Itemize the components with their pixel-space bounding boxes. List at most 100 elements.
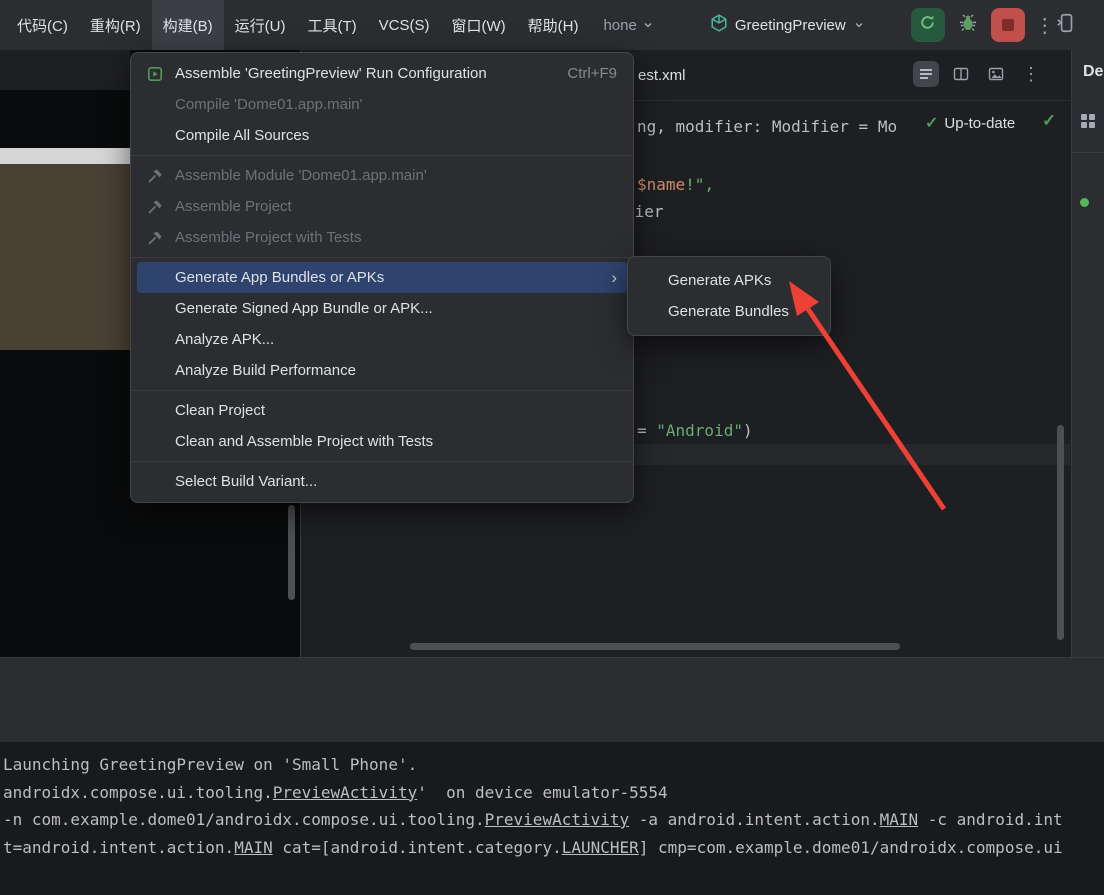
editor-more-icon[interactable]: ⋮ [1018, 61, 1044, 87]
debug-bug-icon [958, 13, 978, 38]
build-menu-item[interactable]: Generate App Bundles or APKs› [137, 262, 627, 293]
chevron-down-icon [853, 19, 865, 31]
design-view-toggle[interactable] [983, 61, 1009, 87]
menu-help[interactable]: 帮助(H) [517, 0, 590, 50]
menu-vcs[interactable]: VCS(S) [368, 0, 441, 50]
build-menu-item[interactable]: Select Build Variant... [137, 466, 627, 497]
uptodate-label: Up-to-date [944, 115, 1015, 132]
menubar: 代码(C) 重构(R) 构建(B) 运行(U) 工具(T) VCS(S) 窗口(… [0, 0, 1104, 50]
menu-run[interactable]: 运行(U) [224, 0, 297, 50]
emulator-screen [0, 164, 130, 350]
grid-icon[interactable] [1080, 113, 1096, 134]
menu-window[interactable]: 窗口(W) [440, 0, 516, 50]
menu-separator [131, 155, 633, 156]
run-toolwindow-band [0, 657, 1104, 742]
code-line: = "Android") [637, 421, 753, 440]
console-link[interactable]: LAUNCHER [562, 838, 639, 857]
device-selector-label: hone [603, 17, 636, 34]
menu-code[interactable]: 代码(C) [6, 0, 79, 50]
editor-vertical-scrollbar[interactable] [1057, 425, 1064, 640]
split-view-toggle[interactable] [948, 61, 974, 87]
submenu-arrow-icon: › [611, 269, 617, 286]
chevron-down-icon [642, 19, 654, 31]
uptodate-badge: ✓ Up-to-date [925, 113, 1015, 133]
code-line: $name!", [637, 175, 714, 194]
device-mirror-icon[interactable] [1055, 12, 1077, 39]
apk-submenu: Generate APKsGenerate Bundles [627, 256, 831, 336]
console-line: androidx.compose.ui.tooling.PreviewActiv… [3, 779, 1063, 807]
device-selector[interactable]: hone [603, 17, 653, 34]
emulator-statusbar [0, 148, 130, 164]
check-icon: ✓ [925, 113, 938, 133]
editor-horizontal-scrollbar[interactable] [410, 643, 900, 650]
empty-icon-slot [147, 403, 163, 419]
console-text: Launching GreetingPreview on 'Small Phon… [3, 755, 417, 774]
menubar-right-icons [1055, 11, 1104, 40]
hammer-icon [147, 230, 163, 246]
console-link[interactable]: PreviewActivity [485, 810, 630, 829]
assemble-run-icon [147, 66, 163, 82]
menu-item-label: Clean Project [175, 402, 265, 419]
empty-icon-slot [147, 332, 163, 348]
menu-item-label: Clean and Assemble Project with Tests [175, 433, 433, 450]
build-menu-item[interactable]: Clean Project [137, 395, 627, 426]
build-menu-items: Assemble 'GreetingPreview' Run Configura… [131, 58, 633, 497]
menu-separator [131, 390, 633, 391]
build-menu-item[interactable]: Assemble 'GreetingPreview' Run Configura… [137, 58, 627, 89]
empty-icon-slot [147, 97, 163, 113]
left-tool-window-header [0, 50, 130, 90]
build-menu-item: Assemble Project with Tests [137, 222, 627, 253]
build-menu-item[interactable]: Generate Signed App Bundle or APK... [137, 293, 627, 324]
console-text: -c android.int [918, 810, 1063, 829]
right-panel-title: De [1083, 63, 1103, 81]
menu-separator [131, 257, 633, 258]
app-module-icon [710, 14, 728, 36]
inspections-ok-icon[interactable]: ✓ [1042, 111, 1056, 131]
build-menu-item: Assemble Project [137, 191, 627, 222]
console-text: androidx.compose.ui.tooling. [3, 783, 273, 802]
run-config-selector[interactable]: GreetingPreview [710, 14, 865, 36]
build-menu-item[interactable]: Analyze APK... [137, 324, 627, 355]
build-menu-item[interactable]: Analyze Build Performance [137, 355, 627, 386]
hammer-icon [147, 168, 163, 184]
build-menu-item[interactable]: Compile All Sources [137, 120, 627, 151]
console-text: ' on device emulator-5554 [417, 783, 667, 802]
strip-divider [1072, 152, 1104, 153]
code-view-toggle[interactable] [913, 61, 939, 87]
menu-refactor[interactable]: 重构(R) [79, 0, 152, 50]
menu-item-label: Generate Signed App Bundle or APK... [175, 300, 433, 317]
console-line: Launching GreetingPreview on 'Small Phon… [3, 751, 1063, 779]
apk-submenu-item[interactable]: Generate Bundles [634, 296, 824, 327]
apk-submenu-item[interactable]: Generate APKs [634, 265, 824, 296]
build-menu-item[interactable]: Clean and Assemble Project with Tests [137, 426, 627, 457]
debug-button[interactable] [951, 8, 985, 42]
menu-item-shortcut: Ctrl+F9 [547, 65, 617, 82]
build-menu-item: Compile 'Dome01.app.main' [137, 89, 627, 120]
empty-icon-slot [147, 301, 163, 317]
menu-item-label: Compile 'Dome01.app.main' [175, 96, 363, 113]
run-config-label: GreetingPreview [735, 17, 846, 34]
menu-item-label: Analyze APK... [175, 331, 274, 348]
stop-button[interactable] [991, 8, 1025, 42]
console-link[interactable]: MAIN [234, 838, 273, 857]
empty-icon-slot [147, 128, 163, 144]
editor-tab[interactable]: est.xml [638, 67, 686, 84]
left-panel-scrollbar[interactable] [288, 505, 295, 600]
console-link[interactable]: PreviewActivity [273, 783, 418, 802]
rerun-button[interactable] [911, 8, 945, 42]
stop-square-icon [1002, 19, 1014, 31]
console-text: -a android.intent.action. [629, 810, 879, 829]
hammer-icon [147, 199, 163, 215]
console-text: cat=[android.intent.category. [273, 838, 562, 857]
apk-submenu-items: Generate APKsGenerate Bundles [628, 265, 830, 327]
build-menu-item: Assemble Module 'Dome01.app.main' [137, 160, 627, 191]
menu-build[interactable]: 构建(B) [152, 0, 224, 50]
console-text: -n com.example.dome01/androidx.compose.u… [3, 810, 485, 829]
menu-tools[interactable]: 工具(T) [296, 0, 367, 50]
menu-item-label: Compile All Sources [175, 127, 309, 144]
console-link[interactable]: MAIN [880, 810, 919, 829]
build-menu: Assemble 'GreetingPreview' Run Configura… [130, 52, 634, 503]
more-actions-icon[interactable]: ⋮ [1035, 13, 1055, 38]
empty-icon-slot [147, 270, 163, 286]
menu-item-label: Select Build Variant... [175, 473, 317, 490]
